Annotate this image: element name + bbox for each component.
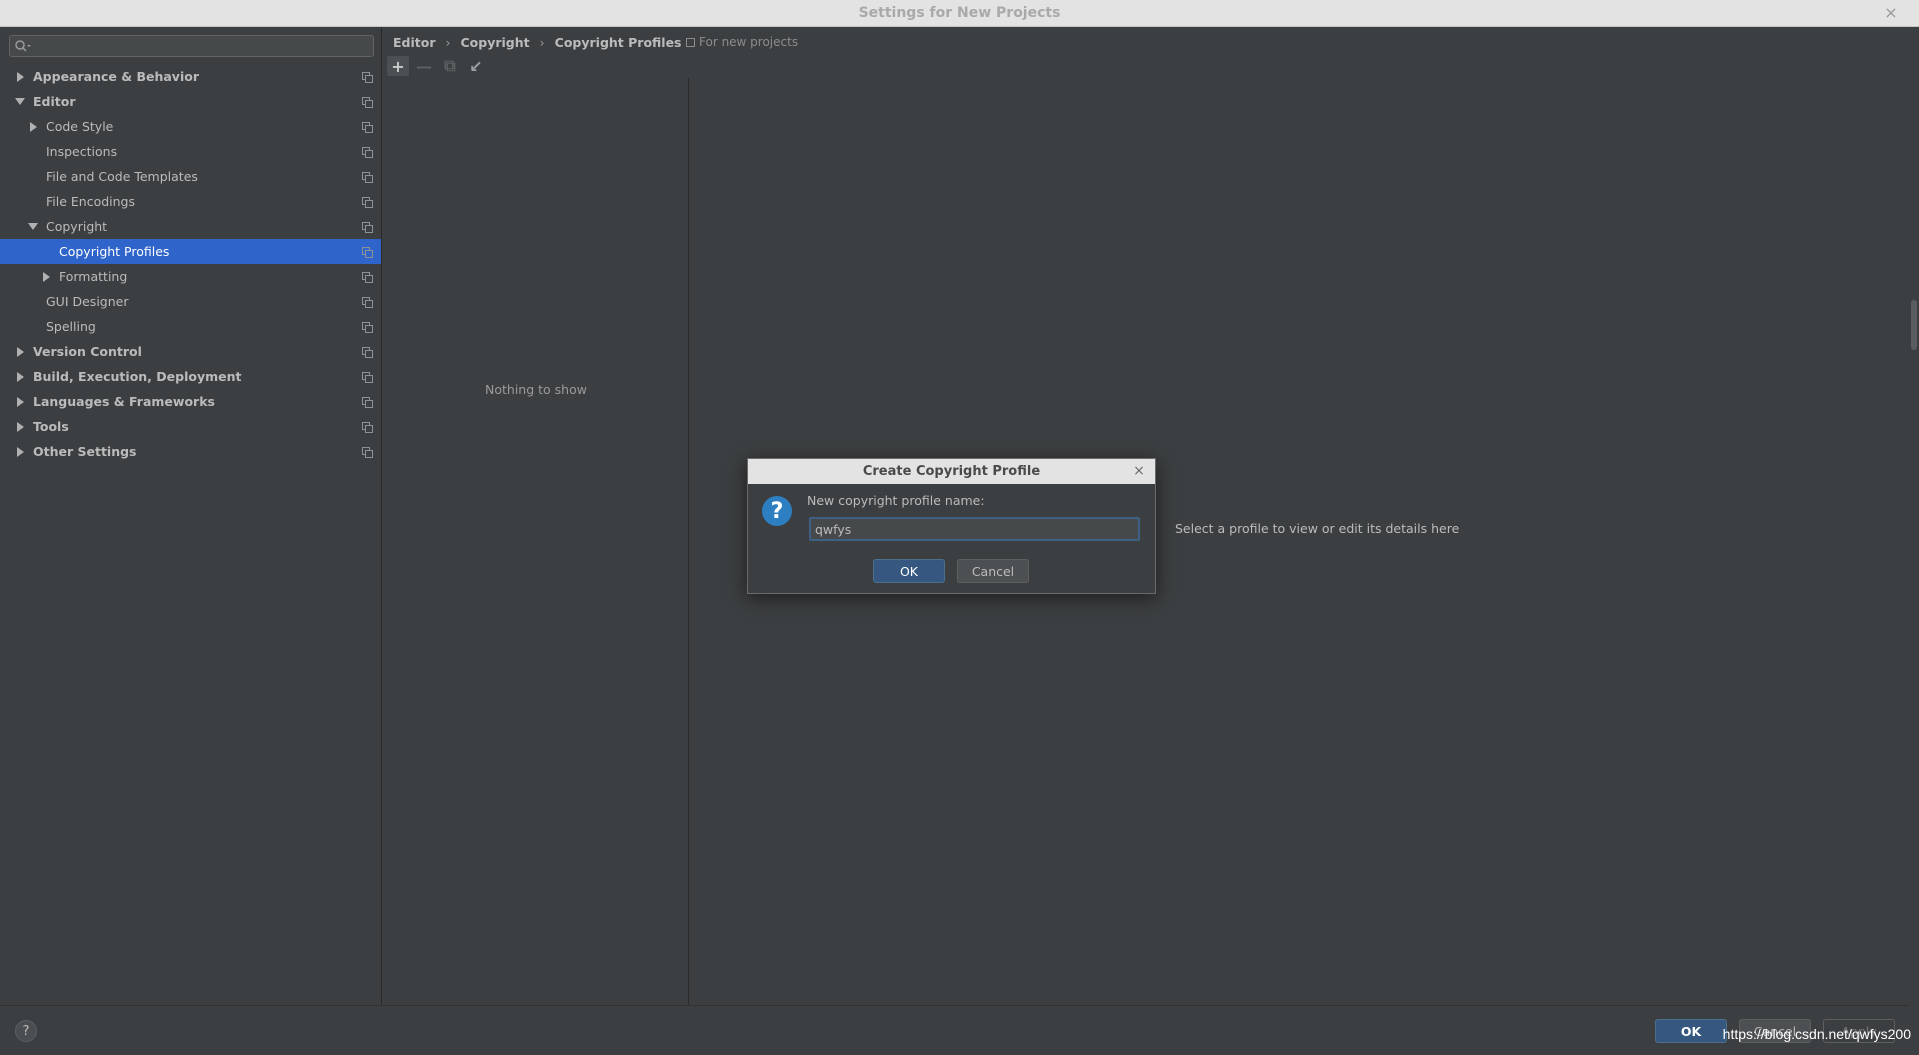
settings-search-box[interactable] <box>9 35 374 57</box>
project-scope-icon <box>362 172 373 183</box>
tree-item-label: File Encodings <box>46 194 136 209</box>
tree-item-file-and-code-templates[interactable]: File and Code Templates <box>0 164 381 189</box>
tree-item-formatting[interactable]: Formatting <box>0 264 381 289</box>
collapsed-arrow-icon[interactable] <box>14 364 26 389</box>
project-scope-icon <box>362 147 373 158</box>
right-scrollbar-track[interactable] <box>1909 27 1919 1055</box>
settings-window: Settings for New Projects × Appearance &… <box>0 0 1919 1055</box>
tree-item-label: Copyright <box>46 219 108 234</box>
project-scope-icon <box>362 247 373 258</box>
tree-item-version-control[interactable]: Version Control <box>0 339 381 364</box>
tree-item-label: Version Control <box>33 344 142 359</box>
settings-tree: Appearance & Behavior Editor Code Style Ins… <box>0 64 381 464</box>
tree-item-label: GUI Designer <box>46 294 129 309</box>
tree-item-build-execution-deployment[interactable]: Build, Execution, Deployment <box>0 364 381 389</box>
empty-list-text: Nothing to show <box>485 382 587 397</box>
tree-item-label: File and Code Templates <box>46 169 198 184</box>
dialog-cancel-button[interactable]: Cancel <box>957 559 1029 583</box>
profile-name-label: New copyright profile name: <box>807 493 985 508</box>
settings-sidebar: Appearance & Behavior Editor Code Style Ins… <box>0 27 382 1005</box>
collapsed-arrow-icon[interactable] <box>14 414 26 439</box>
collapsed-arrow-icon[interactable] <box>14 389 26 414</box>
right-scrollbar-thumb[interactable] <box>1911 300 1917 350</box>
project-scope-icon <box>362 372 373 383</box>
tree-item-label: Appearance & Behavior <box>33 69 199 84</box>
project-scope-icon <box>362 197 373 208</box>
copy-scope-icon <box>686 37 695 47</box>
tree-item-gui-designer[interactable]: GUI Designer <box>0 289 381 314</box>
remove-profile-button[interactable]: — <box>413 56 435 76</box>
scope-note: For new projects <box>686 33 798 51</box>
project-scope-icon <box>362 97 373 108</box>
expanded-arrow-icon[interactable] <box>14 89 26 114</box>
window-titlebar: Settings for New Projects × <box>0 0 1919 27</box>
tree-item-label: Code Style <box>46 119 114 134</box>
help-button[interactable]: ? <box>15 1020 37 1042</box>
tree-item-languages-frameworks[interactable]: Languages & Frameworks <box>0 389 381 414</box>
tree-item-label: Other Settings <box>33 444 137 459</box>
tree-item-label: Copyright Profiles <box>59 244 170 259</box>
dialog-ok-button[interactable]: OK <box>873 559 945 583</box>
breadcrumb: Editor › Copyright › Copyright Profiles <box>393 33 682 51</box>
scope-note-text: For new projects <box>699 35 799 49</box>
copy-profile-button[interactable]: ⧉ <box>439 56 461 76</box>
breadcrumb-separator: › <box>539 34 545 50</box>
footer-bar: ? OK Cancel Apply <box>0 1005 1909 1055</box>
collapsed-arrow-icon[interactable] <box>40 264 52 289</box>
dialog-titlebar: Create Copyright Profile × <box>748 459 1155 484</box>
project-scope-icon <box>362 72 373 83</box>
tree-item-inspections[interactable]: Inspections <box>0 139 381 164</box>
tree-item-label: Build, Execution, Deployment <box>33 369 242 384</box>
project-scope-icon <box>362 322 373 333</box>
project-scope-icon <box>362 422 373 433</box>
expanded-arrow-icon[interactable] <box>27 214 39 239</box>
project-scope-icon <box>362 447 373 458</box>
tree-item-other-settings[interactable]: Other Settings <box>0 439 381 464</box>
tree-item-label: Languages & Frameworks <box>33 394 215 409</box>
project-scope-icon <box>362 347 373 358</box>
profiles-toolbar: + — ⧉ ↙ <box>387 56 491 76</box>
project-scope-icon <box>362 222 373 233</box>
tree-item-label: Formatting <box>59 269 128 284</box>
tree-item-label: Tools <box>33 419 69 434</box>
tree-item-label: Editor <box>33 94 76 109</box>
create-copyright-profile-dialog: Create Copyright Profile × ? New copyrig… <box>747 458 1156 594</box>
tree-item-label: Spelling <box>46 319 96 334</box>
import-profile-button[interactable]: ↙ <box>465 56 487 76</box>
tree-item-copyright-profiles[interactable]: Copyright Profiles <box>0 239 381 264</box>
collapsed-arrow-icon[interactable] <box>14 339 26 364</box>
settings-search-input[interactable] <box>34 37 369 55</box>
tree-item-code-style[interactable]: Code Style <box>0 114 381 139</box>
tree-item-editor[interactable]: Editor <box>0 89 381 114</box>
tree-item-appearance-behavior[interactable]: Appearance & Behavior <box>0 64 381 89</box>
question-icon: ? <box>762 496 792 526</box>
collapsed-arrow-icon[interactable] <box>27 114 39 139</box>
breadcrumb-item-copyright[interactable]: Copyright <box>461 35 530 50</box>
tree-item-spelling[interactable]: Spelling <box>0 314 381 339</box>
breadcrumb-separator: › <box>445 34 451 50</box>
watermark-text: https://blog.csdn.net/qwfys200 <box>1722 1026 1911 1042</box>
collapsed-arrow-icon[interactable] <box>14 439 26 464</box>
window-title: Settings for New Projects <box>858 5 1061 21</box>
project-scope-icon <box>362 122 373 133</box>
dialog-title: Create Copyright Profile <box>862 464 1041 479</box>
tree-item-label: Inspections <box>46 144 118 159</box>
profile-list[interactable]: Nothing to show <box>383 78 689 1005</box>
tree-item-file-encodings[interactable]: File Encodings <box>0 189 381 214</box>
tree-item-tools[interactable]: Tools <box>0 414 381 439</box>
project-scope-icon <box>362 397 373 408</box>
project-scope-icon <box>362 272 373 283</box>
breadcrumb-item-editor[interactable]: Editor <box>393 35 436 50</box>
detail-hint: Select a profile to view or edit its det… <box>1175 521 1460 536</box>
add-profile-button[interactable]: + <box>387 56 409 76</box>
window-close-icon[interactable]: × <box>1881 3 1901 23</box>
collapsed-arrow-icon[interactable] <box>14 64 26 89</box>
tree-item-copyright[interactable]: Copyright <box>0 214 381 239</box>
breadcrumb-item-copyright-profiles: Copyright Profiles <box>554 34 682 50</box>
project-scope-icon <box>362 297 373 308</box>
search-icon[interactable] <box>14 39 32 55</box>
footer-ok-button[interactable]: OK <box>1655 1019 1727 1043</box>
profile-name-input[interactable] <box>809 517 1140 541</box>
dialog-close-icon[interactable]: × <box>1131 462 1147 480</box>
